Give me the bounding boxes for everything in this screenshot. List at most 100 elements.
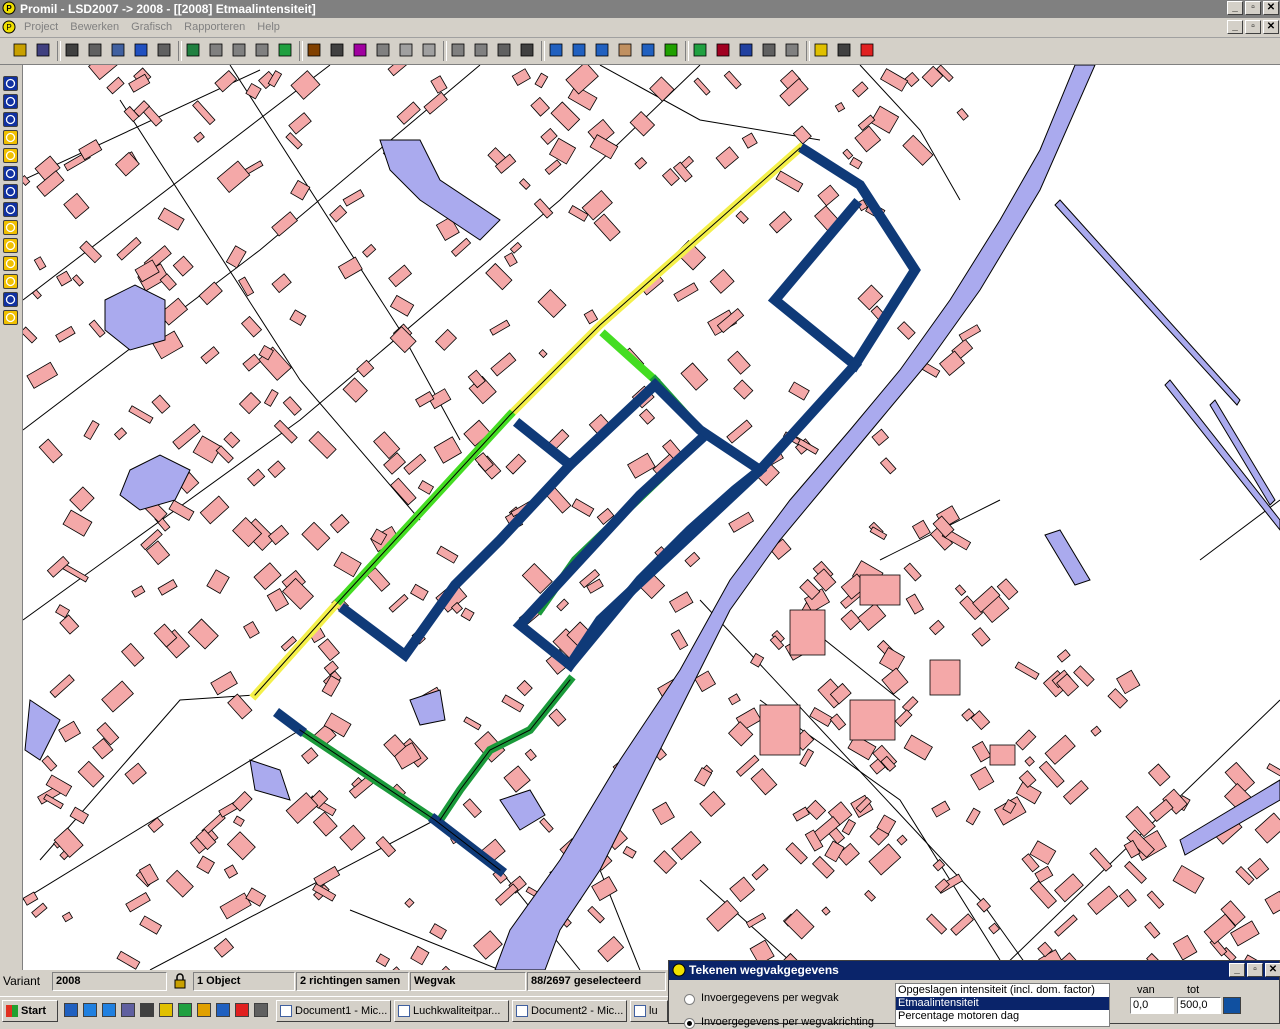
users-icon[interactable] (87, 42, 103, 58)
quick-launch-icon[interactable] (64, 1003, 78, 1017)
edit-map-icon[interactable] (663, 42, 679, 58)
link2-icon[interactable] (473, 42, 489, 58)
quick-launch-icon[interactable] (121, 1003, 135, 1017)
road-lightgreen[interactable] (599, 329, 661, 386)
attribute-list-item[interactable]: Opgeslagen intensiteit (incl. dom. facto… (896, 984, 1109, 997)
select-region-icon[interactable] (352, 42, 368, 58)
layer-7-toggle-icon[interactable] (3, 184, 18, 199)
mdi-restore-button[interactable]: ▫ (1245, 20, 1261, 34)
triangle-icon[interactable] (398, 42, 414, 58)
quick-launch-icon[interactable] (159, 1003, 173, 1017)
road-blue[interactable] (273, 708, 307, 737)
dialog-restore-button[interactable]: ▫ (1247, 963, 1263, 977)
save-icon[interactable] (35, 42, 51, 58)
stop-icon[interactable] (859, 42, 875, 58)
mdi-minimize-button[interactable]: _ (1227, 20, 1243, 34)
building (540, 127, 558, 146)
quick-launch-icon[interactable] (197, 1003, 211, 1017)
print-icon[interactable] (64, 42, 80, 58)
chart-icon[interactable] (715, 42, 731, 58)
menu-bewerken[interactable]: Bewerken (70, 21, 119, 33)
line-icon[interactable] (306, 42, 322, 58)
menu-grafisch[interactable]: Grafisch (131, 21, 172, 33)
legend-icon[interactable] (692, 42, 708, 58)
map-view[interactable] (23, 65, 1280, 970)
start-button[interactable]: Start (2, 1000, 58, 1022)
layer-6-toggle-icon[interactable] (3, 166, 18, 181)
move-icon[interactable] (496, 42, 512, 58)
calculator-icon[interactable] (836, 42, 852, 58)
node3-icon[interactable] (254, 42, 270, 58)
square-icon[interactable] (421, 42, 437, 58)
help-icon[interactable] (813, 42, 829, 58)
color-swatch[interactable] (1223, 997, 1241, 1014)
quick-launch-icon[interactable] (216, 1003, 230, 1017)
attribute-list[interactable]: Opgeslagen intensiteit (incl. dom. facto… (895, 983, 1110, 1027)
variant-field[interactable]: 2008 (52, 972, 167, 991)
lock-icon[interactable] (172, 973, 188, 989)
to-input[interactable]: 500,0 (1177, 997, 1221, 1014)
open-folder-icon[interactable] (12, 42, 28, 58)
menu-rapporteren[interactable]: Rapporteren (184, 21, 245, 33)
radio-per-wegvak[interactable] (684, 994, 695, 1005)
zoom-out-icon[interactable] (571, 42, 587, 58)
map-layer-icon[interactable] (277, 42, 293, 58)
task-document1[interactable]: Document1 - Mic... (276, 1000, 391, 1022)
quick-launch-icon[interactable] (254, 1003, 268, 1017)
quick-launch-icon[interactable] (83, 1003, 97, 1017)
layer-14-toggle-icon[interactable] (3, 310, 18, 325)
bar-chart-icon[interactable] (738, 42, 754, 58)
grid-icon[interactable] (156, 42, 172, 58)
building (903, 562, 922, 582)
layer-1-toggle-icon[interactable] (3, 76, 18, 91)
layer-4-toggle-icon[interactable] (3, 130, 18, 145)
attribute-list-item[interactable]: Percentage motoren dag (896, 1010, 1109, 1023)
rect-select-icon[interactable] (375, 42, 391, 58)
quick-launch-icon[interactable] (140, 1003, 154, 1017)
quick-launch-icon[interactable] (178, 1003, 192, 1017)
document-icon[interactable] (784, 42, 800, 58)
close-button[interactable]: ✕ (1263, 1, 1279, 15)
task-luchtkwaliteit[interactable]: Luchkwaliteitpar... (394, 1000, 509, 1022)
quick-launch-icon[interactable] (235, 1003, 249, 1017)
select-arrow-icon[interactable] (329, 42, 345, 58)
document-icon[interactable]: P (2, 20, 16, 34)
layer-9-toggle-icon[interactable] (3, 220, 18, 235)
list-icon[interactable] (110, 42, 126, 58)
import-icon[interactable] (185, 42, 201, 58)
table-icon[interactable] (133, 42, 149, 58)
pan-arrow-icon[interactable] (519, 42, 535, 58)
hand-icon[interactable] (617, 42, 633, 58)
attribute-list-item[interactable]: Etmaalintensiteit (896, 997, 1109, 1010)
menu-project[interactable]: Project (24, 21, 58, 33)
layer-5-toggle-icon[interactable] (3, 148, 18, 163)
node-icon[interactable] (208, 42, 224, 58)
quick-launch-icon[interactable] (102, 1003, 116, 1017)
layer-10-toggle-icon[interactable] (3, 238, 18, 253)
building (113, 427, 128, 441)
layer-2-toggle-icon[interactable] (3, 94, 18, 109)
task-document2[interactable]: Document2 - Mic... (512, 1000, 627, 1022)
layer-3-toggle-icon[interactable] (3, 112, 18, 127)
from-input[interactable]: 0,0 (1130, 997, 1174, 1014)
menu-help[interactable]: Help (257, 21, 280, 33)
zoom-extent-icon[interactable] (640, 42, 656, 58)
map-canvas[interactable] (23, 65, 1280, 970)
zoom-in-icon[interactable] (548, 42, 564, 58)
building (859, 574, 901, 606)
layer-8-toggle-icon[interactable] (3, 202, 18, 217)
dialog-close-button[interactable]: ✕ (1265, 963, 1280, 977)
link-icon[interactable] (450, 42, 466, 58)
mdi-close-button[interactable]: ✕ (1263, 20, 1279, 34)
road-blue[interactable] (562, 462, 768, 673)
edit-icon[interactable] (761, 42, 777, 58)
layer-12-toggle-icon[interactable] (3, 274, 18, 289)
dialog-minimize-button[interactable]: _ (1229, 963, 1245, 977)
restore-button[interactable]: ▫ (1245, 1, 1261, 15)
layer-13-toggle-icon[interactable] (3, 292, 18, 307)
zoom-all-icon[interactable] (594, 42, 610, 58)
node2-icon[interactable] (231, 42, 247, 58)
minimize-button[interactable]: _ (1227, 1, 1243, 15)
layer-11-toggle-icon[interactable] (3, 256, 18, 271)
task-lu[interactable]: lu (630, 1000, 668, 1022)
